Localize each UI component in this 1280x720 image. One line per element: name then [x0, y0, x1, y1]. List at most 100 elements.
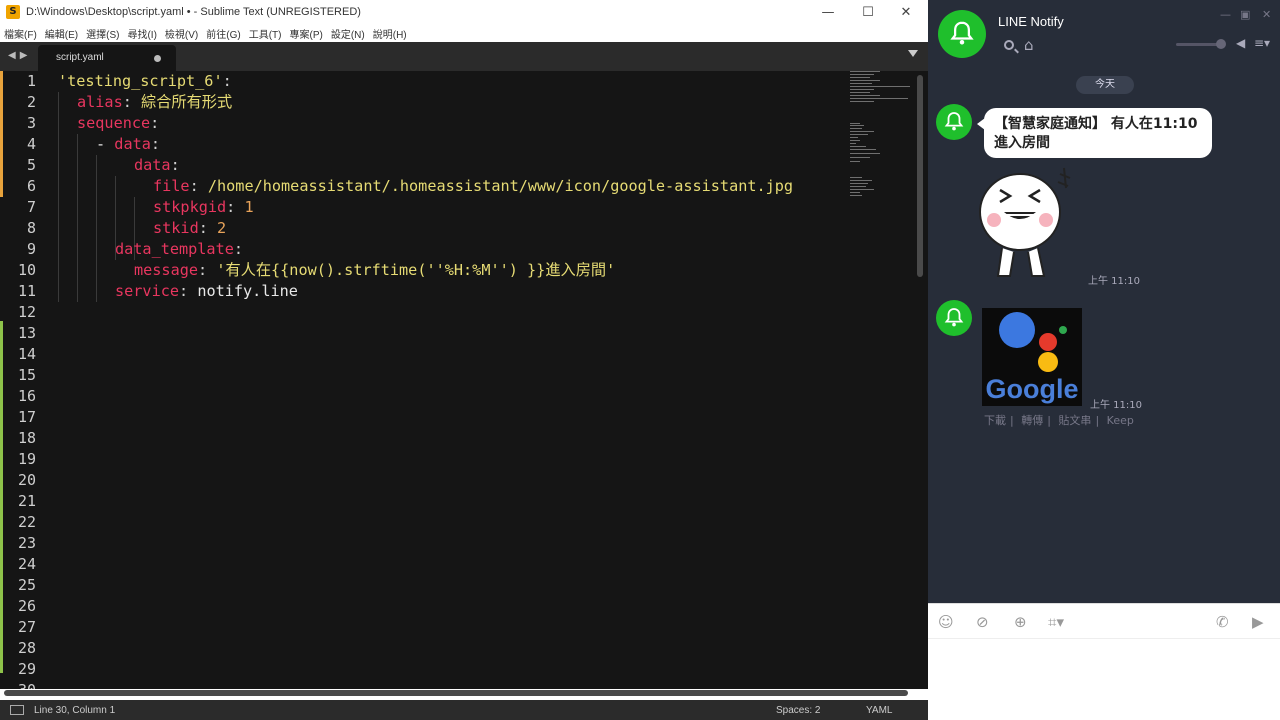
panel-toggle-icon[interactable]	[10, 705, 24, 715]
minimize-icon[interactable]: —	[808, 0, 848, 24]
chat-area[interactable]: 今天 【智慧家庭通知】 有人在11:10進入房間 上午 11:10 Google…	[928, 68, 1280, 603]
line-number: 6	[26, 177, 36, 195]
menu-project[interactable]: 專案(P)	[290, 26, 323, 41]
maximize-icon[interactable]: ☐	[848, 0, 888, 24]
line-number: 23	[17, 534, 36, 552]
menu-file[interactable]: 檔案(F)	[4, 26, 37, 41]
minimap-line	[850, 71, 880, 72]
volume-slider-handle[interactable]	[1216, 39, 1226, 49]
sender-avatar[interactable]	[936, 300, 972, 336]
menu-selection[interactable]: 選擇(S)	[86, 26, 119, 41]
tab-nav-arrows-icon[interactable]: ◀▶	[8, 50, 31, 61]
close-icon[interactable]: ✕	[1262, 8, 1271, 21]
vertical-scrollbar[interactable]	[917, 75, 923, 277]
menu-help[interactable]: 說明(H)	[373, 26, 407, 41]
yaml-colon: :	[150, 135, 161, 153]
git-change-marker	[0, 321, 3, 673]
search-icon[interactable]	[1004, 40, 1014, 50]
menu-goto[interactable]: 前往(G)	[206, 26, 240, 41]
emoji-icon[interactable]: ☺	[938, 613, 954, 631]
minimap-line	[850, 177, 862, 178]
yaml-value: notify.line	[188, 282, 298, 300]
minimap-line	[850, 89, 874, 90]
minimap-line	[850, 157, 870, 158]
code-line-5: data:	[134, 155, 180, 176]
keep-link[interactable]: Keep	[1107, 414, 1134, 427]
menu-tools[interactable]: 工具(T)	[249, 26, 282, 41]
sticker-image[interactable]	[976, 164, 1072, 284]
code-editor[interactable]: 1 2 3 4 5 6 7 8 9 10 11 12 13 14 15 16 17 18 19 20 21 22 23 24 2…	[0, 71, 928, 689]
line-number: 7	[26, 198, 36, 216]
maximize-icon[interactable]: ▣	[1240, 8, 1250, 21]
minimap-line	[850, 180, 872, 181]
minimap-line	[850, 153, 880, 154]
speaker-icon[interactable]: ◀	[1236, 36, 1245, 50]
forward-link[interactable]: 轉傳	[1021, 414, 1043, 427]
image-actions: 下載 | 轉傳 | 貼文串 | Keep	[984, 414, 1134, 427]
minimap-line	[850, 95, 880, 96]
line-number: 19	[17, 450, 36, 468]
download-link[interactable]: 下載	[984, 414, 1006, 427]
yaml-key: data	[114, 135, 151, 153]
google-logo-text: Google	[986, 374, 1079, 404]
google-assistant-image[interactable]: Google	[982, 308, 1082, 406]
minimap-line	[850, 189, 874, 190]
menu-icon[interactable]: ≡▾	[1254, 36, 1270, 50]
line-number: 21	[17, 492, 36, 510]
minimap[interactable]	[850, 71, 914, 271]
yaml-key: 'testing_script_6'	[58, 72, 223, 90]
line-number: 18	[17, 429, 36, 447]
indent-guide	[77, 134, 78, 302]
menu-edit[interactable]: 編輯(E)	[45, 26, 78, 41]
line-number: 27	[17, 618, 36, 636]
post-link[interactable]: 貼文串	[1058, 414, 1091, 427]
indentation-setting[interactable]: Spaces: 2	[776, 705, 820, 716]
tab-script-yaml[interactable]: script.yaml	[38, 45, 176, 71]
line-number: 9	[26, 240, 36, 258]
sender-avatar[interactable]	[936, 104, 972, 140]
line-number: 20	[17, 471, 36, 489]
line-number: 11	[17, 282, 36, 300]
line-number: 14	[17, 345, 36, 363]
minimap-line	[850, 131, 874, 132]
video-icon[interactable]: ▶	[1252, 613, 1264, 631]
line-notify-avatar[interactable]	[938, 10, 986, 58]
unsaved-dot-icon[interactable]	[154, 55, 161, 62]
menu-preferences[interactable]: 設定(N)	[331, 26, 365, 41]
download-icon[interactable]: ⊕	[1014, 613, 1027, 631]
phone-icon[interactable]: ✆	[1216, 613, 1229, 631]
code-line-8: stkid: 2	[153, 218, 226, 239]
minimize-icon[interactable]: —	[1220, 8, 1231, 21]
minimap-line	[850, 125, 864, 126]
yaml-key: stkpkgid	[153, 198, 227, 216]
minimap-line	[850, 101, 874, 102]
close-icon[interactable]: ✕	[886, 0, 926, 24]
minimap-line	[850, 80, 880, 81]
code-line-10: message: '有人在{{now().strftime(''%H:%M'')…	[134, 260, 615, 281]
bell-icon	[950, 21, 974, 45]
minimap-line	[850, 137, 858, 138]
menu-bar: 檔案(F) 編輯(E) 選擇(S) 尋找(I) 檢視(V) 前往(G) 工具(T…	[0, 24, 928, 42]
yaml-colon: :	[170, 156, 180, 174]
line-number: 25	[17, 576, 36, 594]
yaml-colon: :	[150, 114, 160, 132]
cursor-position[interactable]: Line 30, Column 1	[34, 705, 115, 716]
home-icon[interactable]: ⌂	[1024, 38, 1034, 53]
code-line-4: - data:	[96, 134, 160, 155]
line-number: 16	[17, 387, 36, 405]
tab-dropdown-icon[interactable]	[908, 50, 918, 57]
menu-find[interactable]: 尋找(I)	[127, 26, 156, 41]
syntax-mode[interactable]: YAML	[866, 705, 893, 716]
minimap-line	[850, 92, 870, 93]
attach-icon[interactable]: ⊘	[976, 613, 989, 631]
message-input[interactable]	[928, 639, 1280, 720]
menu-view[interactable]: 檢視(V)	[165, 26, 198, 41]
message-bubble[interactable]: 【智慧家庭通知】 有人在11:10進入房間	[977, 108, 1212, 158]
code-line-2: alias: 綜合所有形式	[77, 92, 232, 113]
horizontal-scrollbar[interactable]	[4, 690, 908, 696]
minimap-line	[850, 140, 860, 141]
line-number: 30	[0, 680, 36, 689]
line-number: 10	[17, 261, 36, 279]
crop-icon[interactable]: ⌗▾	[1048, 613, 1064, 631]
yaml-key: data_template	[115, 240, 234, 258]
